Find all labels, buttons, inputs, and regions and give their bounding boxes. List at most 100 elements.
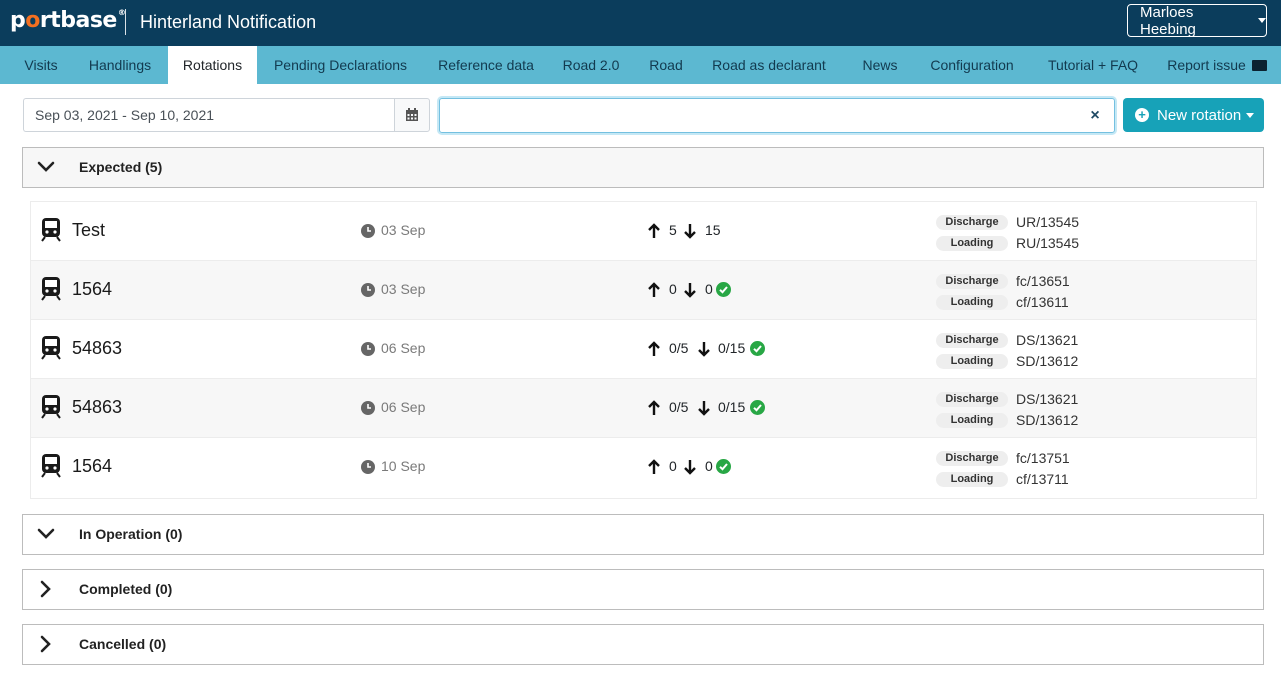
section-cancelled[interactable]: Cancelled (0) — [22, 624, 1264, 665]
nav-item-configuration[interactable]: Configuration — [918, 46, 1026, 84]
arrow-up-icon — [648, 223, 660, 238]
discharge-badge: Discharge — [936, 333, 1008, 348]
discharge-badge: Discharge — [936, 274, 1008, 289]
rotation-row[interactable]: Test 03 Sep 5 15 Discharge UR/13545 Load… — [31, 202, 1256, 261]
discharge-count: 0/5 — [669, 399, 689, 415]
clock-icon — [361, 401, 375, 415]
loading-count: 0/15 — [718, 399, 746, 415]
rotation-name: Test — [72, 220, 106, 240]
rotation-date: 03 Sep — [381, 281, 426, 297]
arrow-up-icon — [648, 400, 660, 415]
loading-badge: Loading — [936, 472, 1008, 487]
arrow-down-icon — [684, 283, 696, 298]
chevron-down-icon — [37, 161, 55, 172]
arrow-down-icon — [684, 224, 696, 239]
nav-item-news[interactable]: News — [855, 46, 905, 84]
nav-item-tutorial-faq[interactable]: Tutorial + FAQ — [1037, 46, 1149, 84]
loading-reference: cf/13611 — [1016, 294, 1069, 310]
envelope-icon — [1251, 59, 1267, 71]
section-completed[interactable]: Completed (0) — [22, 569, 1264, 610]
arrow-down-icon — [698, 401, 710, 416]
loading-reference: SD/13612 — [1016, 412, 1079, 428]
rotation-name: 1564 — [72, 456, 113, 476]
train-icon — [41, 277, 61, 301]
check-circle-icon — [716, 459, 731, 474]
loading-count: 15 — [705, 222, 721, 238]
rotation-list: Test 03 Sep 5 15 Discharge UR/13545 Load… — [30, 201, 1257, 499]
discharge-reference: DS/13621 — [1016, 391, 1079, 407]
rotation-row[interactable]: 54863 06 Sep 0/5 0/15 Discharge DS/13621… — [31, 320, 1256, 379]
main-nav: Visits Handlings Rotations Pending Decla… — [0, 46, 1281, 84]
section-title: In Operation (0) — [79, 526, 183, 542]
loading-badge: Loading — [936, 413, 1008, 428]
loading-reference: RU/13545 — [1016, 235, 1080, 251]
nav-item-report-issue[interactable]: Report issue — [1158, 46, 1276, 84]
loading-badge: Loading — [936, 236, 1008, 251]
discharge-reference: fc/13751 — [1016, 450, 1070, 466]
nav-item-reference-data[interactable]: Reference data — [430, 46, 542, 84]
user-name: Marloes Heebing — [1140, 3, 1196, 38]
rotation-name: 1564 — [72, 279, 113, 299]
loading-count: 0 — [705, 281, 713, 297]
nav-item-visits[interactable]: Visits — [14, 46, 68, 84]
app-header: portbase® Hinterland Notification Marloe… — [0, 0, 1281, 46]
discharge-count: 5 — [669, 222, 677, 238]
check-circle-icon — [716, 282, 731, 297]
app-title: Hinterland Notification — [140, 12, 317, 32]
train-icon — [41, 454, 61, 478]
rotation-name: 54863 — [72, 338, 123, 358]
portbase-logo[interactable]: portbase® — [10, 8, 126, 33]
rotation-row[interactable]: 1564 10 Sep 0 0 Discharge fc/13751 Loadi… — [31, 438, 1256, 497]
loading-reference: cf/13711 — [1016, 471, 1069, 487]
close-icon[interactable]: × — [1087, 106, 1103, 126]
discharge-count: 0 — [669, 458, 677, 474]
discharge-badge: Discharge — [936, 392, 1008, 407]
discharge-reference: UR/13545 — [1016, 214, 1080, 230]
nav-item-pending-declarations[interactable]: Pending Declarations — [265, 46, 416, 84]
train-icon — [41, 336, 61, 360]
arrow-up-icon — [648, 341, 660, 356]
check-circle-icon — [750, 341, 765, 356]
plus-circle-icon: + — [1135, 108, 1149, 122]
clock-icon — [361, 342, 375, 356]
date-range-input[interactable]: Sep 03, 2021 - Sep 10, 2021 — [23, 98, 395, 132]
chevron-down-icon — [1246, 112, 1255, 118]
discharge-count: 0/5 — [669, 340, 689, 356]
discharge-reference: DS/13621 — [1016, 332, 1079, 348]
rotation-date: 06 Sep — [381, 399, 426, 415]
rotation-date: 10 Sep — [381, 458, 426, 474]
rotation-row[interactable]: 54863 06 Sep 0/5 0/15 Discharge DS/13621… — [31, 379, 1256, 438]
nav-item-road-as-declarant[interactable]: Road as declarant — [705, 46, 833, 84]
section-in-operation[interactable]: In Operation (0) — [22, 514, 1264, 555]
loading-reference: SD/13612 — [1016, 353, 1079, 369]
chevron-down-icon — [37, 528, 55, 539]
rotation-date: 06 Sep — [381, 340, 426, 356]
new-rotation-button[interactable]: + New rotation — [1123, 98, 1264, 132]
discharge-reference: fc/13651 — [1016, 273, 1070, 289]
rotation-row[interactable]: 1564 03 Sep 0 0 Discharge fc/13651 Loadi… — [31, 261, 1256, 320]
rotation-name: 54863 — [72, 397, 123, 417]
check-circle-icon — [750, 400, 765, 415]
section-title: Cancelled (0) — [79, 636, 167, 652]
nav-item-road-2[interactable]: Road 2.0 — [555, 46, 627, 84]
arrow-down-icon — [684, 460, 696, 475]
section-expected[interactable]: Expected (5) — [22, 147, 1264, 188]
arrow-up-icon — [648, 459, 660, 474]
nav-item-rotations[interactable]: Rotations — [168, 46, 257, 84]
nav-item-road[interactable]: Road — [640, 46, 692, 84]
user-menu-button[interactable]: Marloes Heebing — [1127, 3, 1267, 38]
search-input[interactable] — [439, 98, 1115, 133]
discharge-badge: Discharge — [936, 215, 1008, 230]
header-divider — [125, 9, 126, 35]
nav-item-handlings[interactable]: Handlings — [78, 46, 162, 84]
calendar-button[interactable] — [394, 98, 430, 132]
discharge-badge: Discharge — [936, 451, 1008, 466]
section-title: Completed (0) — [79, 581, 173, 597]
loading-count: 0/15 — [718, 340, 746, 356]
discharge-count: 0 — [669, 281, 677, 297]
arrow-up-icon — [648, 282, 660, 297]
clock-icon — [361, 283, 375, 297]
report-issue-label: Report issue — [1167, 57, 1246, 73]
loading-badge: Loading — [936, 354, 1008, 369]
rotation-date: 03 Sep — [381, 222, 426, 238]
